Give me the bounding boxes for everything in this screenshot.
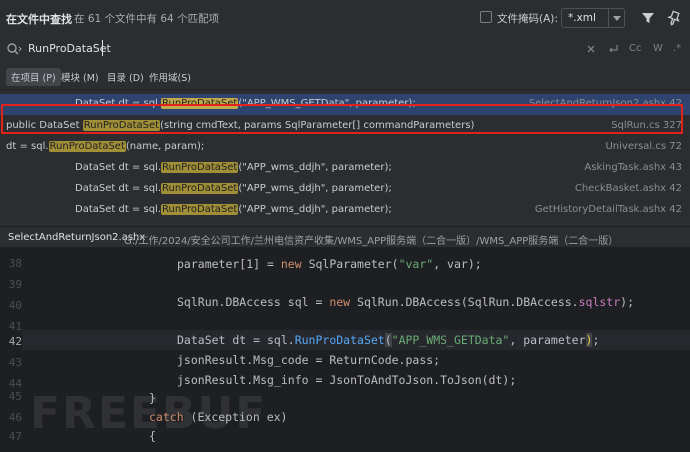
search-icon — [7, 43, 22, 55]
result-file: AskingTask.ashx 43 — [584, 162, 682, 173]
result-match: RunProDataSet — [161, 183, 239, 194]
result-code-pre: DataSet dt = sql. — [75, 162, 161, 173]
match-case-toggle[interactable]: Cc — [629, 43, 641, 54]
dialog-title: 在文件中查找 — [6, 13, 72, 26]
line-number: 41 — [8, 320, 22, 333]
code-line: jsonResult.Msg_info = JsonToAndToJson.To… — [177, 373, 517, 387]
code-line: parameter[1] = new SqlParameter("var", v… — [177, 257, 482, 271]
scope-directory[interactable]: 目录 (D) — [102, 68, 149, 86]
result-code-pre: DataSet dt = sql. — [75, 204, 161, 215]
code-line-current: DataSet dt = sql.RunProDataSet("APP_WMS_… — [22, 330, 690, 350]
watermark-logo: FREEBUF — [30, 388, 268, 439]
code-line: jsonResult.Msg_code = ReturnCode.pass; — [177, 353, 441, 367]
highlight-annotation-box — [1, 104, 683, 134]
result-file: GetHistoryDetailTask.ashx 42 — [534, 204, 682, 215]
result-file: Universal.cs 72 — [605, 141, 682, 152]
line-number: 43 — [8, 356, 22, 369]
line-number: 46 — [8, 411, 22, 424]
result-code-pre: dt = sql. — [6, 141, 49, 152]
newline-icon[interactable] — [607, 43, 619, 55]
line-number: 45 — [8, 390, 22, 403]
result-code-post: ("APP_wms_ddjh", parameter); — [238, 162, 392, 173]
line-number: 42 — [8, 335, 22, 348]
preview-file-path: G:/工作/2024/安全公司工作/兰州电信资产收集/WMS_APP服务端（二合… — [124, 236, 619, 247]
find-in-files-header: 在文件中查找 在 61 个文件中有 64 个匹配项 文件掩码(A): *.xml — [0, 0, 690, 36]
result-match: RunProDataSet — [48, 141, 126, 152]
whole-words-toggle[interactable]: W — [653, 43, 663, 54]
file-mask-value: *.xml — [568, 12, 596, 24]
result-match: RunProDataSet — [161, 162, 239, 173]
result-code-post: ("APP_wms_ddjh", parameter); — [238, 183, 392, 194]
result-code-pre: DataSet dt = sql. — [75, 183, 161, 194]
result-code-post: (name, param); — [125, 141, 205, 152]
file-mask-select[interactable]: *.xml — [561, 8, 625, 28]
result-match: RunProDataSet — [161, 204, 239, 215]
line-number: 40 — [8, 299, 22, 312]
scope-tabs: 在项目 (P) 模块 (M) 目录 (D) 作用域(S) — [0, 62, 690, 90]
line-number: 38 — [8, 257, 22, 270]
result-file: CheckBasket.ashx 42 — [574, 183, 682, 194]
pin-icon[interactable] — [664, 8, 684, 28]
result-row[interactable]: DataSet dt = sql.RunProDataSet("APP_wms_… — [0, 179, 690, 200]
text-caret — [102, 40, 103, 56]
result-row[interactable]: dt = sql.RunProDataSet(name, param); Uni… — [0, 137, 690, 158]
result-row[interactable]: DataSet dt = sql.RunProDataSet("APP_wms_… — [0, 158, 690, 179]
search-query: RunProDataSet — [28, 42, 111, 55]
filter-icon[interactable] — [638, 8, 658, 28]
search-input[interactable]: RunProDataSet Cc W .* — [0, 36, 690, 62]
result-row[interactable]: DataSet dt = sql.RunProDataSet("APP_wms_… — [0, 200, 690, 221]
chevron-down-icon[interactable] — [608, 9, 624, 27]
match-summary: 在 61 个文件中有 64 个匹配项 — [74, 13, 220, 25]
preview-path-bar: SelectAndReturnJson2.ashx G:/工作/2024/安全公… — [0, 226, 690, 248]
code-line: SqlRun.DBAccess sql = new SqlRun.DBAcces… — [177, 295, 634, 309]
result-code-post: ("APP_wms_ddjh", parameter); — [238, 204, 392, 215]
close-icon[interactable] — [585, 43, 597, 55]
file-mask-checkbox[interactable] — [480, 11, 492, 23]
scope-project[interactable]: 在项目 (P) — [6, 68, 61, 86]
scope-module[interactable]: 模块 (M) — [56, 68, 104, 86]
line-number: 44 — [8, 377, 22, 390]
file-mask-label: 文件掩码(A): — [497, 13, 558, 25]
line-number: 47 — [8, 430, 22, 443]
regex-toggle[interactable]: .* — [673, 43, 681, 54]
scope-custom[interactable]: 作用域(S) — [144, 68, 196, 86]
line-number: 39 — [8, 278, 22, 291]
